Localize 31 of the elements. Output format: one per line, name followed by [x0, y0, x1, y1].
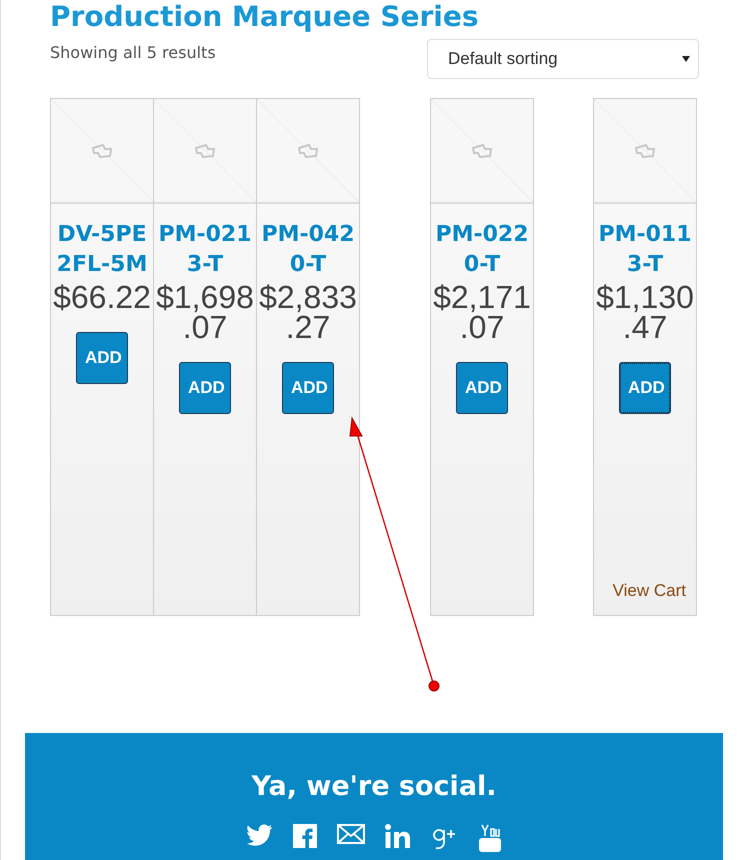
product-name[interactable]: PM-0213-T: [154, 220, 256, 280]
facebook-icon[interactable]: [293, 824, 317, 848]
sorting-dropdown[interactable]: Default sorting: [427, 39, 699, 79]
image-icon: [297, 142, 319, 158]
youtube-icon[interactable]: [479, 824, 501, 852]
product-name[interactable]: PM-0113-T: [594, 220, 696, 280]
product-name[interactable]: PM-0220-T: [431, 220, 533, 280]
add-to-cart-button[interactable]: ADD: [76, 332, 128, 384]
product-price: $66.22: [52, 282, 152, 312]
twitter-icon[interactable]: [247, 824, 273, 846]
image-icon: [91, 142, 113, 158]
add-to-cart-button[interactable]: ADD: [619, 362, 671, 414]
view-cart-link[interactable]: View Cart: [612, 581, 686, 601]
caret-icon: [682, 56, 690, 62]
add-to-cart-button[interactable]: ADD: [282, 362, 334, 414]
envelope-icon[interactable]: [337, 824, 365, 844]
product-name[interactable]: PM-0420-T: [257, 220, 359, 280]
image-icon: [194, 142, 216, 158]
product-price: $1,130.47: [595, 282, 695, 342]
page-title: Production Marquee Series: [50, 0, 480, 34]
footer-heading: Ya, we're social.: [251, 771, 497, 802]
add-to-cart-button[interactable]: ADD: [179, 362, 231, 414]
product-price: $1,698.07: [155, 282, 255, 342]
product-price: $2,833.27: [258, 282, 358, 342]
image-icon: [471, 142, 493, 158]
result-count: Showing all 5 results: [50, 43, 216, 62]
add-to-cart-button[interactable]: ADD: [456, 362, 508, 414]
product-price: $2,171.07: [432, 282, 532, 342]
image-icon: [634, 142, 656, 158]
product-name[interactable]: DV-5PE2FL-5M: [51, 220, 153, 280]
linkedin-icon[interactable]: [385, 824, 411, 848]
